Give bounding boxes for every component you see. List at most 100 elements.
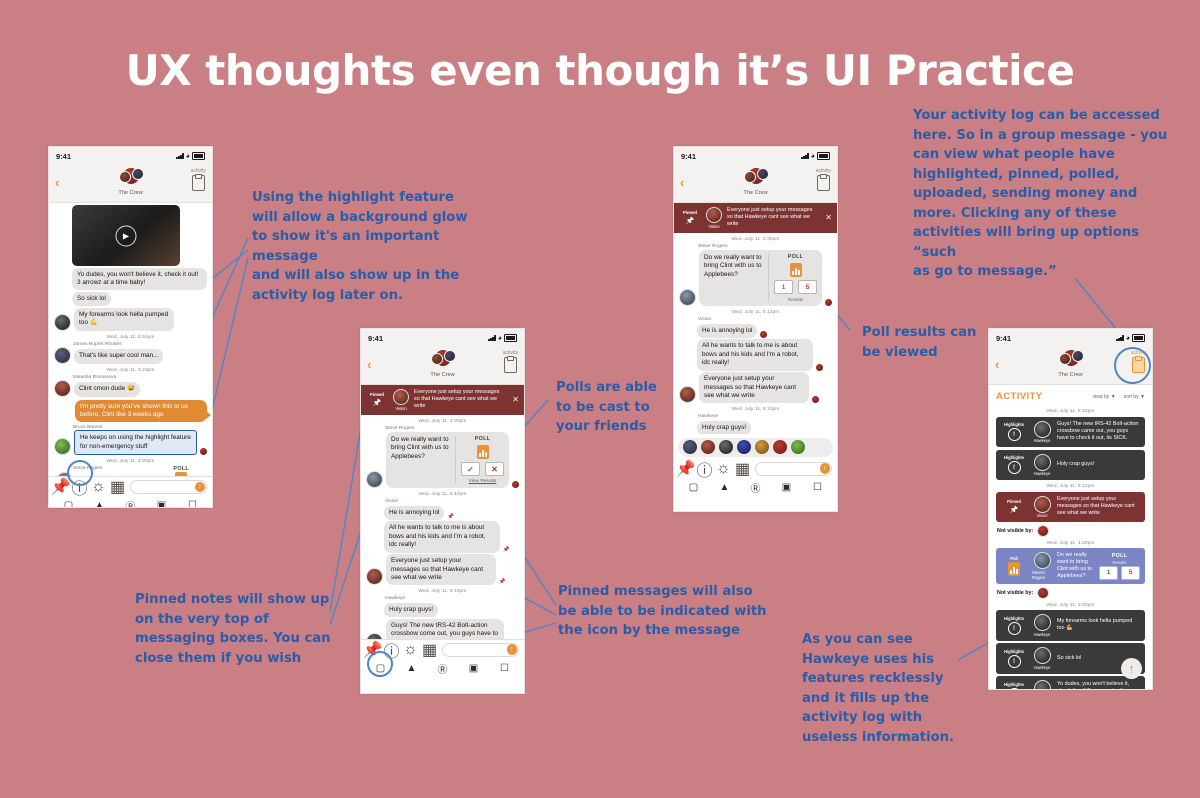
play-icon[interactable]: ▶ xyxy=(115,225,137,246)
message-bubble[interactable]: All he wants to talk to me is about bows… xyxy=(384,521,500,553)
view-by-filter[interactable]: view by ▼ xyxy=(1093,394,1116,400)
message-bubble[interactable]: All he wants to talk to me is about bows… xyxy=(697,339,813,371)
group-header[interactable]: The Crew xyxy=(1058,347,1084,378)
message-thread[interactable]: ▶ Yo dudes, you won't believe it, check … xyxy=(49,203,212,476)
avatar[interactable] xyxy=(773,440,787,454)
poll-vote-no[interactable]: ✕ xyxy=(485,462,504,476)
activity-text: Holy crap guys! xyxy=(1057,461,1095,468)
group-header[interactable]: The Crew xyxy=(743,165,769,196)
appstore-icon[interactable]: ▲ xyxy=(92,498,107,507)
group-header[interactable]: The Crew xyxy=(118,165,144,196)
message-input[interactable]: ↑ xyxy=(130,480,207,494)
close-icon[interactable]: ✕ xyxy=(823,213,832,222)
activity-item[interactable]: Highlights ! Hawkeye Guys! The new tRS-4… xyxy=(996,416,1145,447)
photos-icon[interactable]: ▣ xyxy=(154,498,169,507)
not-visible-by: Not visible by: xyxy=(997,524,1145,537)
camera-icon[interactable]: ▢ xyxy=(61,498,76,507)
message-bubble[interactable]: My forearms look hella pumped too 💪 xyxy=(74,307,174,331)
back-button[interactable]: ‹ xyxy=(367,358,371,371)
poll-view-results-link[interactable]: View Results xyxy=(469,479,497,484)
poll-no-count[interactable]: 5 xyxy=(1121,565,1140,580)
photos-icon[interactable]: ▣ xyxy=(779,480,794,495)
video-message[interactable]: ▶ xyxy=(72,205,180,266)
avatar[interactable] xyxy=(791,440,805,454)
sort-by-filter[interactable]: sort by ▼ xyxy=(1124,394,1145,400)
pinned-banner[interactable]: Pinned 🖈 Vision Everyone just setup your… xyxy=(361,385,524,415)
send-button[interactable]: ↑ xyxy=(506,644,517,655)
send-button[interactable]: ↑ xyxy=(819,463,830,474)
own-message-bubble[interactable]: I'm pretty sure you've shown this to us … xyxy=(75,399,211,423)
message-bubble[interactable]: He is annoying lol xyxy=(697,323,758,338)
money-icon[interactable]: ☼ xyxy=(91,478,106,495)
message-thread[interactable]: Wed, July 11, 4:30pm Steve Rogers Do we … xyxy=(674,232,837,434)
pin-icon[interactable]: 📌 xyxy=(676,461,696,478)
poll-icon[interactable]: ▦ xyxy=(735,461,750,478)
message-input[interactable]: ↑ xyxy=(755,461,832,476)
avatar[interactable] xyxy=(719,440,733,454)
activity-list[interactable]: Wed, July 11, 5:13pm Highlights ! Hawkey… xyxy=(989,409,1152,689)
poll-yes-count[interactable]: 1 xyxy=(1099,565,1118,580)
reaction-picker[interactable] xyxy=(678,437,833,457)
message-thread[interactable]: Wed, July 11, 4:30pm Steve Rogers Do we … xyxy=(361,414,524,639)
poll-no-count[interactable]: 5 xyxy=(798,280,817,294)
message-bubble[interactable]: Holy crap guys! xyxy=(697,420,752,434)
message-bubble[interactable]: Clint cmon dude 😅 xyxy=(74,382,140,397)
message-bubble[interactable]: Yo dudes, you won't believe it, check it… xyxy=(72,267,207,291)
message-bubble[interactable]: Everyone just setup your messages so tha… xyxy=(699,372,809,404)
message-bubble[interactable]: Guys! The new tRS-42 Bolt-action crossbo… xyxy=(386,618,504,639)
avatar xyxy=(1058,353,1071,365)
bold-icon[interactable]: Ⓡ xyxy=(435,661,450,676)
highlighted-message-bubble[interactable]: He keeps on using the highlight feature … xyxy=(74,430,197,456)
sender-name: Vision xyxy=(385,499,399,504)
wallet-icon[interactable]: ☐ xyxy=(497,661,512,676)
back-button[interactable]: ‹ xyxy=(680,176,684,189)
send-button[interactable]: ↑ xyxy=(194,481,205,492)
message-bubble[interactable]: He is annoying lol xyxy=(384,505,445,520)
activity-item[interactable]: Highlights ! Hawkeye Holy crap guys! xyxy=(996,449,1145,480)
pin-icon[interactable]: 📌 xyxy=(51,479,71,496)
bold-icon[interactable]: Ⓡ xyxy=(123,498,138,507)
message-bubble[interactable]: Holy crap guys! xyxy=(384,602,439,618)
poll-icon[interactable]: ▦ xyxy=(422,642,437,659)
activity-item[interactable]: Highlights ! Hawkeye Yo dudes, you won't… xyxy=(996,676,1145,689)
message-input[interactable]: ↑ xyxy=(442,642,519,657)
activity-button[interactable]: activity xyxy=(816,168,831,191)
activity-button[interactable]: activity xyxy=(503,350,518,373)
message-bubble[interactable]: That's like super cool man... xyxy=(74,349,164,364)
status-time: 9:41 xyxy=(681,151,697,161)
poll-icon[interactable]: ▦ xyxy=(110,479,125,496)
message-row: All he wants to talk to me is about bows… xyxy=(679,339,832,371)
activity-item-poll[interactable]: Poll Steven Rogers Do we really want to … xyxy=(996,548,1145,584)
avatar[interactable] xyxy=(737,440,751,454)
avatar[interactable] xyxy=(701,440,715,454)
poll-card[interactable]: Do we really want to bring Clint with us… xyxy=(699,250,822,306)
wallet-icon[interactable]: ☐ xyxy=(185,498,200,507)
money-icon[interactable]: ☼ xyxy=(403,641,418,658)
appstore-icon[interactable]: ▲ xyxy=(404,661,419,676)
poll-vote-yes[interactable]: ✓ xyxy=(461,462,480,476)
scroll-to-top-button[interactable]: ↑ xyxy=(1121,658,1142,679)
money-icon[interactable]: ☼ xyxy=(716,460,731,477)
message-row: Guys! The new tRS-42 Bolt-action crossbo… xyxy=(366,618,519,639)
poll-card[interactable]: Do we really want to bring Clint with us… xyxy=(386,432,509,488)
back-button[interactable]: ‹ xyxy=(995,358,999,371)
poll-yes-count[interactable]: 1 xyxy=(774,280,793,294)
close-icon[interactable]: ✕ xyxy=(510,395,519,404)
avatar xyxy=(1071,350,1084,362)
pinned-banner[interactable]: Pinned 🖈 Vision Everyone just setup your… xyxy=(674,203,837,233)
avatar[interactable] xyxy=(683,440,697,454)
activity-item-pinned[interactable]: Pinned 🖈 Vision Everyone just setup your… xyxy=(996,491,1145,522)
bold-icon[interactable]: Ⓡ xyxy=(748,480,763,495)
camera-icon[interactable]: ▢ xyxy=(686,480,701,495)
highlight-icon[interactable]: ⓘ xyxy=(697,462,713,480)
avatar[interactable] xyxy=(755,440,769,454)
message-bubble[interactable]: So sick lol xyxy=(72,291,111,307)
group-header[interactable]: The Crew xyxy=(430,347,456,378)
back-button[interactable]: ‹ xyxy=(55,176,59,189)
activity-item[interactable]: Highlights ! Hawkeye My forearms look he… xyxy=(996,610,1145,641)
photos-icon[interactable]: ▣ xyxy=(466,661,481,676)
appstore-icon[interactable]: ▲ xyxy=(717,480,732,495)
message-bubble[interactable]: Everyone just setup your messages so tha… xyxy=(386,554,496,586)
wallet-icon[interactable]: ☐ xyxy=(810,480,825,495)
activity-button[interactable]: activity xyxy=(191,168,206,191)
